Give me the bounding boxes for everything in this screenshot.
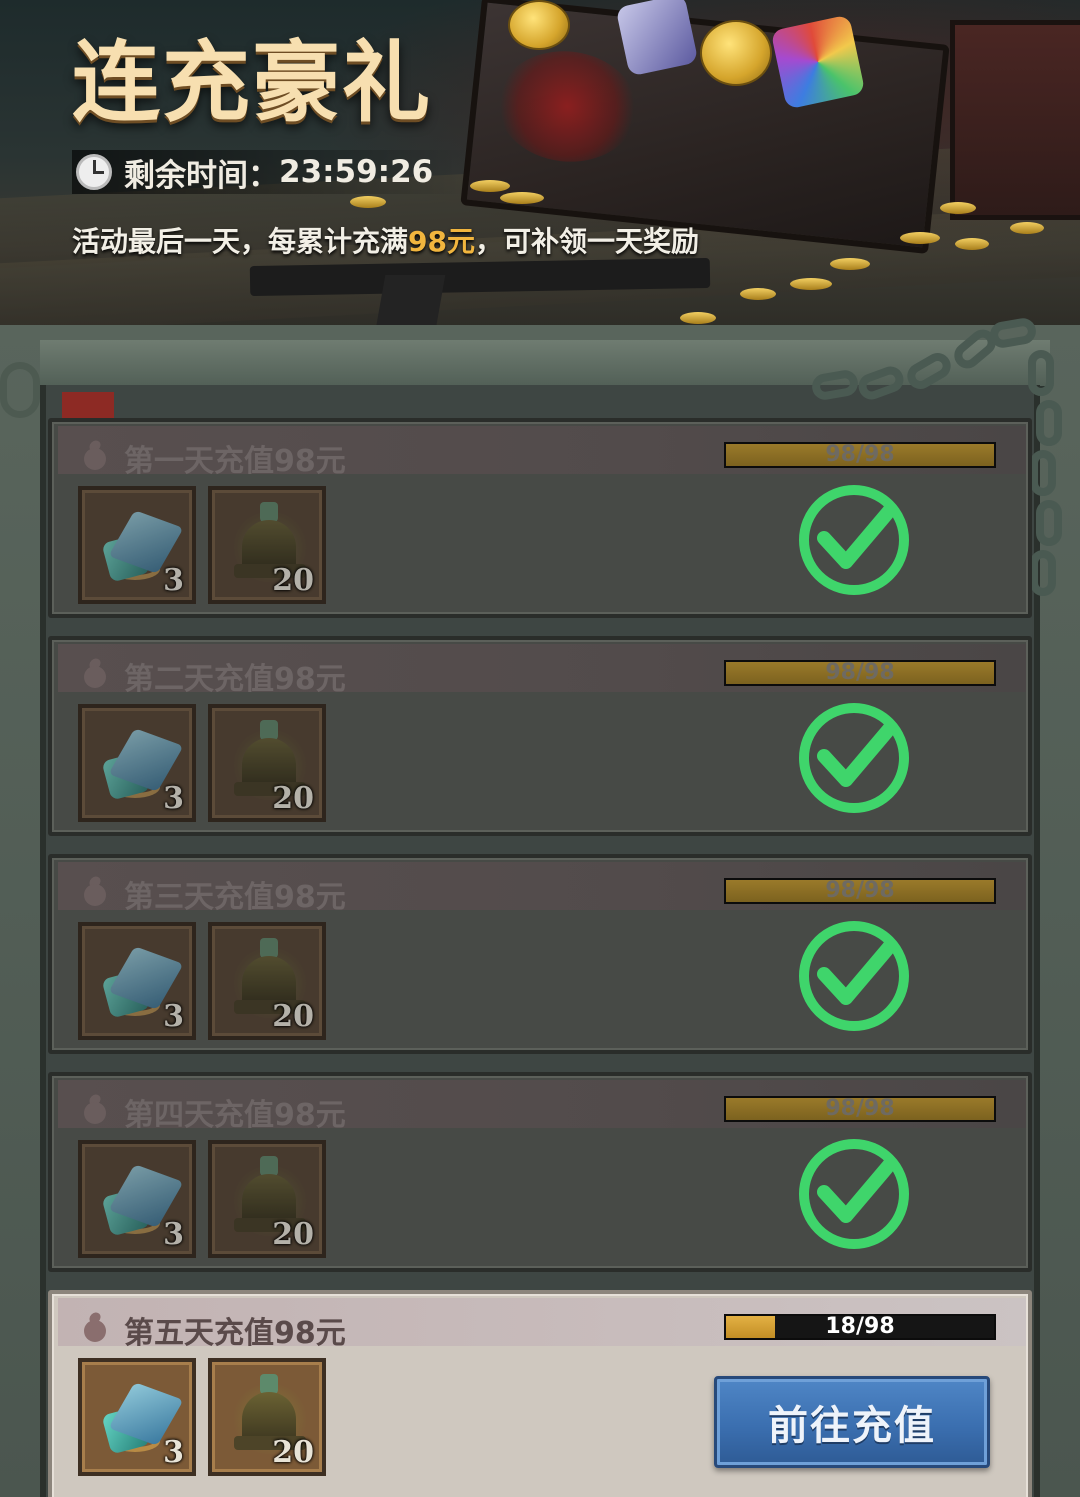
timer-value: 23:59:26	[279, 154, 434, 190]
droplet-icon	[80, 438, 108, 470]
reward-row-day-5: 第五天充值98元 18/98 3 20 前往充值	[48, 1290, 1032, 1497]
reward-item-crystal[interactable]: 3	[78, 1140, 196, 1258]
crate-icon	[950, 20, 1080, 220]
claimed-check-icon	[799, 921, 909, 1031]
event-notice: 活动最后一天，每累计充满98元，可补领一天奖励	[72, 220, 699, 260]
notice-prefix: 活动最后一天，每累计充满	[72, 225, 409, 258]
chain-icon	[1030, 450, 1056, 496]
timer-label: 剩余时间：	[124, 157, 279, 194]
claimed-check-icon	[799, 703, 909, 813]
reward-row-day-1: 第一天充值98元 98/98 3 20	[48, 418, 1032, 618]
droplet-icon	[80, 874, 108, 906]
coin-icon	[940, 202, 976, 214]
chain-icon	[1036, 500, 1062, 546]
progress-text: 98/98	[825, 1096, 895, 1121]
coin-icon	[1010, 222, 1044, 234]
progress-bar: 98/98	[724, 442, 996, 468]
item-count: 3	[163, 563, 184, 598]
red-tab-decoration	[62, 392, 114, 418]
item-count: 3	[163, 1435, 184, 1470]
row-header: 第三天充值98元 98/98	[58, 862, 1026, 915]
reward-item-bell[interactable]: 20	[208, 1358, 326, 1476]
reward-item-bell[interactable]: 20	[208, 922, 326, 1040]
claimed-check-icon	[799, 1139, 909, 1249]
reward-row-day-2: 第二天充值98元 98/98 3 20	[48, 636, 1032, 836]
item-count: 20	[272, 563, 314, 598]
page-title: 连充豪礼	[72, 30, 433, 134]
reward-item-bell[interactable]: 20	[208, 486, 326, 604]
progress-text: 18/98	[825, 1314, 895, 1339]
coin-icon	[900, 232, 940, 244]
reward-item-crystal[interactable]: 3	[78, 486, 196, 604]
rainbow-gem-icon	[770, 14, 866, 110]
row-title: 第五天充值98元	[124, 1316, 346, 1351]
progress-text: 98/98	[825, 442, 895, 467]
row-header: 第四天充值98元 98/98	[58, 1080, 1026, 1133]
reward-row-day-4: 第四天充值98元 98/98 3 20	[48, 1072, 1032, 1272]
go-recharge-button[interactable]: 前往充值	[714, 1376, 990, 1468]
coin-icon	[500, 192, 544, 204]
reward-item-crystal[interactable]: 3	[78, 922, 196, 1040]
progress-bar: 18/98	[724, 1314, 996, 1340]
notice-amount: 98元	[408, 225, 475, 258]
droplet-icon	[80, 656, 108, 688]
progress-text: 98/98	[825, 878, 895, 903]
notice-suffix: ，可补领一天奖励	[474, 225, 699, 258]
item-count: 20	[272, 1217, 314, 1252]
item-count: 3	[163, 999, 184, 1034]
reward-item-crystal[interactable]: 3	[78, 704, 196, 822]
row-title: 第四天充值98元	[124, 1098, 346, 1133]
item-count: 20	[272, 999, 314, 1034]
coin-icon	[508, 0, 570, 50]
item-count: 3	[163, 1217, 184, 1252]
coin-icon	[680, 312, 716, 324]
claimed-check-icon	[799, 485, 909, 595]
item-count: 3	[163, 781, 184, 816]
row-header: 第一天充值98元 98/98	[58, 426, 1026, 479]
coin-icon	[790, 278, 832, 290]
reward-row-day-3: 第三天充值98元 98/98 3 20	[48, 854, 1032, 1054]
coin-icon	[350, 196, 386, 208]
reward-item-bell[interactable]: 20	[208, 1140, 326, 1258]
reward-item-crystal[interactable]: 3	[78, 1358, 196, 1476]
row-title: 第三天充值98元	[124, 880, 346, 915]
coin-icon	[470, 180, 510, 192]
droplet-icon	[80, 1310, 108, 1342]
item-count: 20	[272, 1435, 314, 1470]
chain-icon	[1030, 550, 1056, 596]
chain-icon	[1036, 400, 1062, 446]
coin-icon	[830, 258, 870, 270]
reward-item-bell[interactable]: 20	[208, 704, 326, 822]
coin-icon	[955, 238, 989, 250]
ring-icon	[0, 362, 40, 418]
item-count: 20	[272, 781, 314, 816]
progress-bar: 98/98	[724, 1096, 996, 1122]
droplet-icon	[80, 1092, 108, 1124]
chain-icon	[1028, 350, 1054, 396]
row-header: 第五天充值98元 18/98	[58, 1298, 1026, 1351]
recharge-button-label: 前往充值	[768, 1402, 936, 1449]
progress-bar: 98/98	[724, 878, 996, 904]
header-banner: 连充豪礼 剩余时间： 23:59:26 活动最后一天，每累计充满98元，可补领一…	[0, 0, 1080, 345]
coin-icon	[700, 20, 772, 86]
row-title: 第一天充值98元	[124, 444, 346, 479]
row-title: 第二天充值98元	[124, 662, 346, 697]
blood-splatter	[491, 44, 643, 169]
clock-icon	[72, 150, 116, 194]
row-header: 第二天充值98元 98/98	[58, 644, 1026, 697]
progress-text: 98/98	[825, 660, 895, 685]
coin-icon	[740, 288, 776, 300]
progress-bar: 98/98	[724, 660, 996, 686]
countdown-timer: 剩余时间： 23:59:26	[72, 150, 472, 194]
